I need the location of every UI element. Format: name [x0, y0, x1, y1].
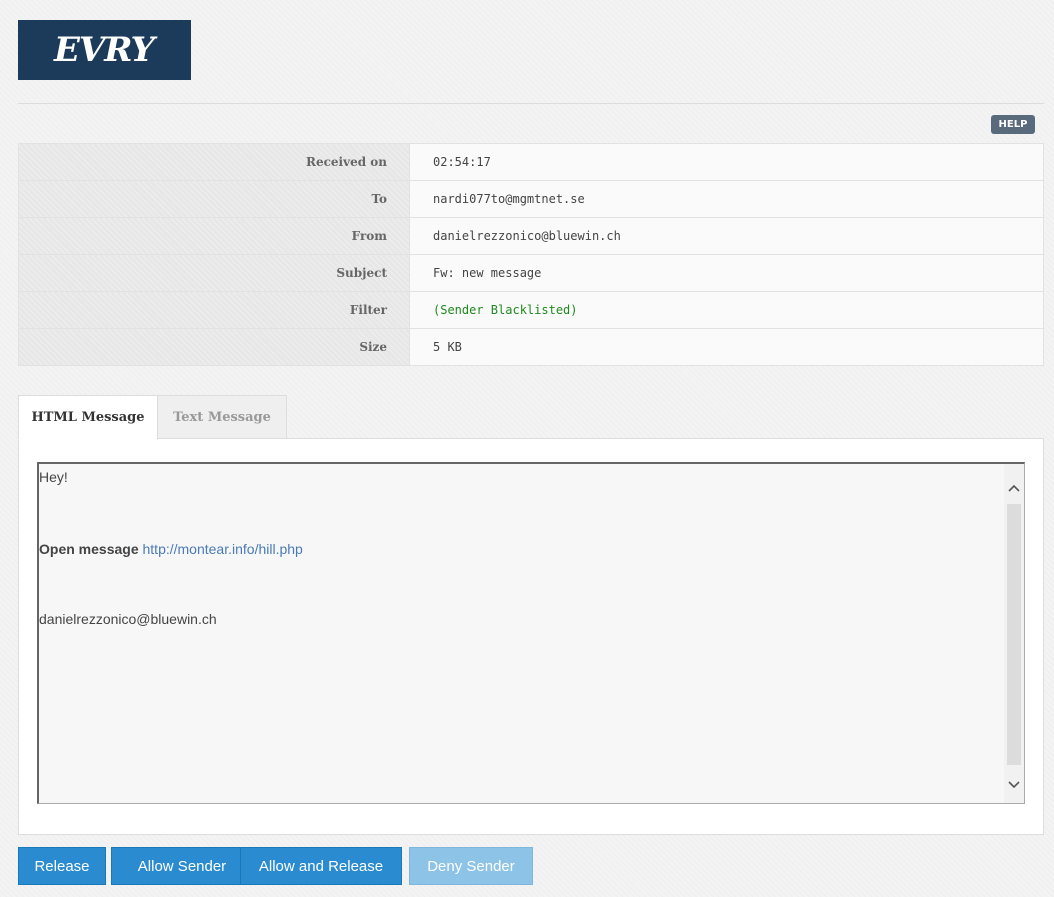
table-row: Received on 02:54:17: [18, 143, 1044, 181]
message-greeting: Hey!: [39, 469, 68, 485]
allow-sender-button[interactable]: Allow Sender: [111, 847, 253, 885]
tab-html-message[interactable]: HTML Message: [18, 395, 158, 440]
size-label: Size: [18, 328, 410, 366]
chevron-up-icon[interactable]: [1004, 478, 1024, 500]
tab-text-message[interactable]: Text Message: [158, 395, 287, 439]
received-on-label: Received on: [18, 143, 410, 181]
message-details-table: Received on 02:54:17 To nardi077to@mgmtn…: [18, 143, 1044, 366]
size-value: 5 KB: [409, 328, 1044, 366]
message-scrollbar[interactable]: [1004, 464, 1024, 803]
deny-sender-button[interactable]: Deny Sender: [409, 847, 533, 885]
table-row: Size 5 KB: [18, 328, 1044, 366]
message-signature: danielrezzonico@bluewin.ch: [39, 611, 217, 627]
filter-label: Filter: [18, 291, 410, 329]
open-message-label: Open message: [39, 541, 139, 557]
message-panel: Hey! Open message http://montear.info/hi…: [18, 438, 1044, 835]
received-on-value: 02:54:17: [409, 143, 1044, 181]
to-value: nardi077to@mgmtnet.se: [409, 180, 1044, 218]
evry-logo: EVRY: [18, 20, 191, 80]
table-row: From danielrezzonico@bluewin.ch: [18, 217, 1044, 255]
to-label: To: [18, 180, 410, 218]
allow-and-release-button[interactable]: Allow and Release: [240, 847, 402, 885]
table-row: Subject Fw: new message: [18, 254, 1044, 292]
help-button[interactable]: HELP: [991, 115, 1035, 134]
table-row: To nardi077to@mgmtnet.se: [18, 180, 1044, 218]
release-button[interactable]: Release: [18, 847, 106, 885]
from-value: danielrezzonico@bluewin.ch: [409, 217, 1044, 255]
message-preview-frame: Hey! Open message http://montear.info/hi…: [37, 462, 1025, 804]
subject-label: Subject: [18, 254, 410, 292]
from-label: From: [18, 217, 410, 255]
chevron-down-icon[interactable]: [1004, 775, 1024, 797]
message-body: Hey! Open message http://montear.info/hi…: [39, 464, 1004, 803]
message-link[interactable]: http://montear.info/hill.php: [143, 541, 303, 557]
scrollbar-thumb[interactable]: [1007, 504, 1021, 765]
table-row: Filter (Sender Blacklisted): [18, 291, 1044, 329]
subject-value: Fw: new message: [409, 254, 1044, 292]
message-open-line: Open message http://montear.info/hill.ph…: [39, 541, 303, 557]
header-divider: [18, 103, 1044, 104]
filter-status-value: (Sender Blacklisted): [409, 291, 1044, 329]
